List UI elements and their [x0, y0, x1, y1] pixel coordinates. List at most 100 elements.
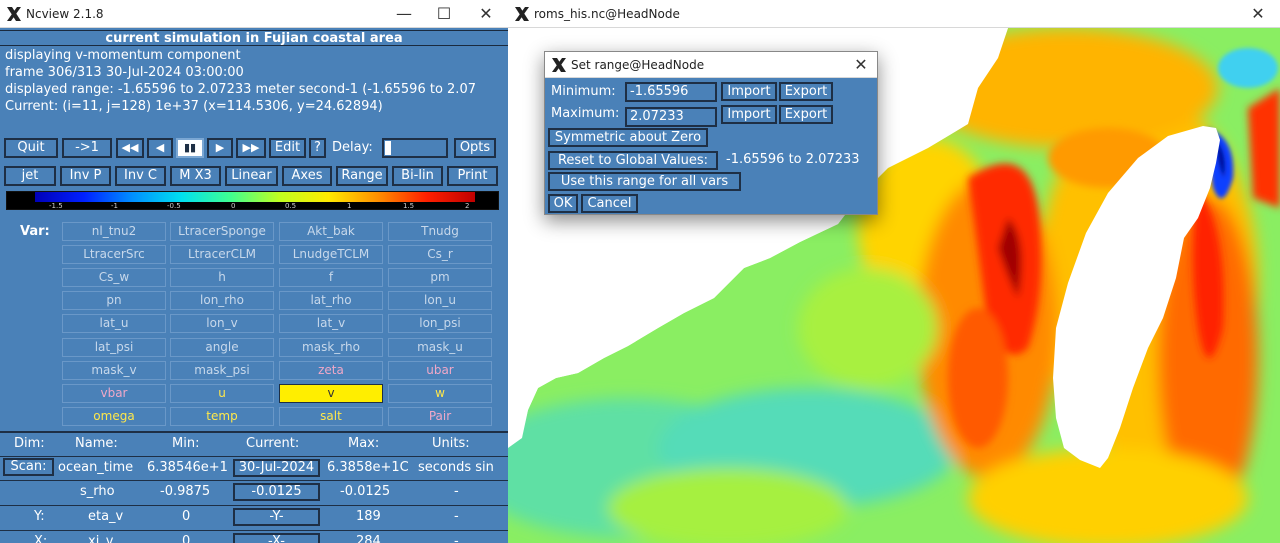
roms-titlebar[interactable]: roms_his.nc@HeadNode ✕	[508, 0, 1280, 28]
colorbar-tick: 0	[231, 202, 236, 210]
close-icon[interactable]: ✕	[1238, 0, 1278, 28]
var-button-lnudgetclm[interactable]: LnudgeTCLM	[279, 245, 383, 264]
var-button-ltracerclm[interactable]: LtracerCLM	[170, 245, 274, 264]
minimum-export-button[interactable]: Export	[779, 82, 833, 101]
var-button-vbar[interactable]: vbar	[62, 384, 166, 403]
var-button-cs-w[interactable]: Cs_w	[62, 268, 166, 287]
colorbar-tick: 1	[347, 202, 352, 210]
invert-colormap-button[interactable]: Inv C	[115, 166, 166, 186]
dim-current-box[interactable]: -Y-	[233, 508, 320, 526]
maximum-input[interactable]: 2.07233	[625, 107, 717, 127]
opts-button[interactable]: Opts	[454, 138, 496, 158]
var-button-akt-bak[interactable]: Akt_bak	[279, 222, 383, 241]
maximize-icon[interactable]: ☐	[424, 0, 464, 28]
minimum-import-button[interactable]: Import	[721, 82, 777, 101]
linear-button[interactable]: Linear	[225, 166, 278, 186]
dim-units: seconds sin	[418, 460, 494, 475]
colorbar-tick: 1.5	[403, 202, 415, 210]
var-button-lon-v[interactable]: lon_v	[170, 314, 274, 333]
use-range-all-vars-button[interactable]: Use this range for all vars	[548, 172, 741, 191]
var-button-omega[interactable]: omega	[62, 407, 166, 426]
step-back-button[interactable]: ◀	[147, 138, 173, 158]
var-button-nl-tnu2[interactable]: nl_tnu2	[62, 222, 166, 241]
symmetric-about-zero-button[interactable]: Symmetric about Zero	[548, 128, 708, 147]
global-values-text: -1.65596 to 2.07233	[726, 152, 860, 167]
cancel-button[interactable]: Cancel	[581, 194, 638, 213]
jump-first-button[interactable]: ->1	[62, 138, 112, 158]
var-button-mask-v[interactable]: mask_v	[62, 361, 166, 380]
info-line-2: frame 306/313 30-Jul-2024 03:00:00	[5, 65, 244, 80]
var-button-lon-psi[interactable]: lon_psi	[388, 314, 492, 333]
step-forward-button[interactable]: ▶	[207, 138, 233, 158]
dim-current-box[interactable]: 30-Jul-2024	[233, 459, 320, 477]
var-button-h[interactable]: h	[170, 268, 274, 287]
reset-global-values-button[interactable]: Reset to Global Values:	[548, 151, 718, 170]
window-title: roms_his.nc@HeadNode	[534, 7, 680, 21]
edit-button[interactable]: Edit	[269, 138, 306, 158]
var-button-ubar[interactable]: ubar	[388, 361, 492, 380]
var-button-lon-rho[interactable]: lon_rho	[170, 291, 274, 310]
invert-physical-button[interactable]: Inv P	[60, 166, 111, 186]
dim-current-box[interactable]: -X-	[233, 533, 320, 543]
maximum-import-button[interactable]: Import	[721, 105, 777, 124]
close-icon[interactable]: ✕	[466, 0, 506, 28]
var-button-lat-u[interactable]: lat_u	[62, 314, 166, 333]
dim-current-box[interactable]: -0.0125	[233, 483, 320, 501]
help-button[interactable]: ?	[309, 138, 326, 158]
delay-slider[interactable]	[382, 138, 448, 158]
var-button-ltracersponge[interactable]: LtracerSponge	[170, 222, 274, 241]
var-button-angle[interactable]: angle	[170, 338, 274, 357]
bilinear-button[interactable]: Bi-lin	[392, 166, 443, 186]
minimum-input[interactable]: -1.65596	[625, 82, 717, 102]
rewind-button[interactable]: ◀◀	[116, 138, 144, 158]
var-button-f[interactable]: f	[279, 268, 383, 287]
dim-name: s_rho	[80, 484, 115, 499]
var-button-mask-u[interactable]: mask_u	[388, 338, 492, 357]
var-button-cs-r[interactable]: Cs_r	[388, 245, 492, 264]
name-header: Name:	[75, 436, 118, 451]
colormap-jet-button[interactable]: jet	[4, 166, 56, 186]
var-button-lat-psi[interactable]: lat_psi	[62, 338, 166, 357]
ok-button[interactable]: OK	[548, 194, 578, 213]
range-button[interactable]: Range	[336, 166, 388, 186]
var-button-salt[interactable]: salt	[279, 407, 383, 426]
pause-button[interactable]: ▮▮	[176, 138, 204, 158]
var-button-w[interactable]: w	[388, 384, 492, 403]
scan-button[interactable]: Scan:	[3, 458, 54, 476]
colorbar-tick: -1	[111, 202, 118, 210]
x11-logo-icon	[7, 7, 21, 21]
fast-forward-button[interactable]: ▶▶	[236, 138, 266, 158]
current-header: Current:	[246, 436, 300, 451]
delay-slider-thumb[interactable]	[385, 141, 391, 155]
var-button-zeta[interactable]: zeta	[279, 361, 383, 380]
quit-button[interactable]: Quit	[4, 138, 58, 158]
ncview-titlebar[interactable]: Ncview 2.1.8 — ☐ ✕	[0, 0, 508, 28]
var-button-lon-u[interactable]: lon_u	[388, 291, 492, 310]
minimize-icon[interactable]: —	[384, 0, 424, 28]
var-button-temp[interactable]: temp	[170, 407, 274, 426]
print-button[interactable]: Print	[447, 166, 498, 186]
maximum-export-button[interactable]: Export	[779, 105, 833, 124]
dim-units: -	[454, 534, 459, 543]
colorbar-tick: -1.5	[49, 202, 63, 210]
var-button-mask-rho[interactable]: mask_rho	[279, 338, 383, 357]
var-button-tnudg[interactable]: Tnudg	[388, 222, 492, 241]
var-button-lat-v[interactable]: lat_v	[279, 314, 383, 333]
var-button-pair[interactable]: Pair	[388, 407, 492, 426]
var-button-pm[interactable]: pm	[388, 268, 492, 287]
var-button-lat-rho[interactable]: lat_rho	[279, 291, 383, 310]
magnify-button[interactable]: M X3	[170, 166, 221, 186]
var-button-v[interactable]: v	[279, 384, 383, 403]
dim-row-time: Scan: ocean_time 6.38546e+1 30-Jul-2024 …	[0, 456, 508, 478]
dim-min: 0	[182, 534, 191, 543]
var-button-mask-psi[interactable]: mask_psi	[170, 361, 274, 380]
dim-max: 189	[356, 509, 381, 524]
dialog-titlebar[interactable]: Set range@HeadNode ✕	[545, 52, 877, 78]
var-button-pn[interactable]: pn	[62, 291, 166, 310]
close-icon[interactable]: ✕	[841, 52, 881, 78]
var-button-ltracersrc[interactable]: LtracerSrc	[62, 245, 166, 264]
window-title: Ncview 2.1.8	[26, 7, 104, 21]
var-button-u[interactable]: u	[170, 384, 274, 403]
delay-label: Delay:	[332, 140, 373, 155]
axes-button[interactable]: Axes	[282, 166, 332, 186]
